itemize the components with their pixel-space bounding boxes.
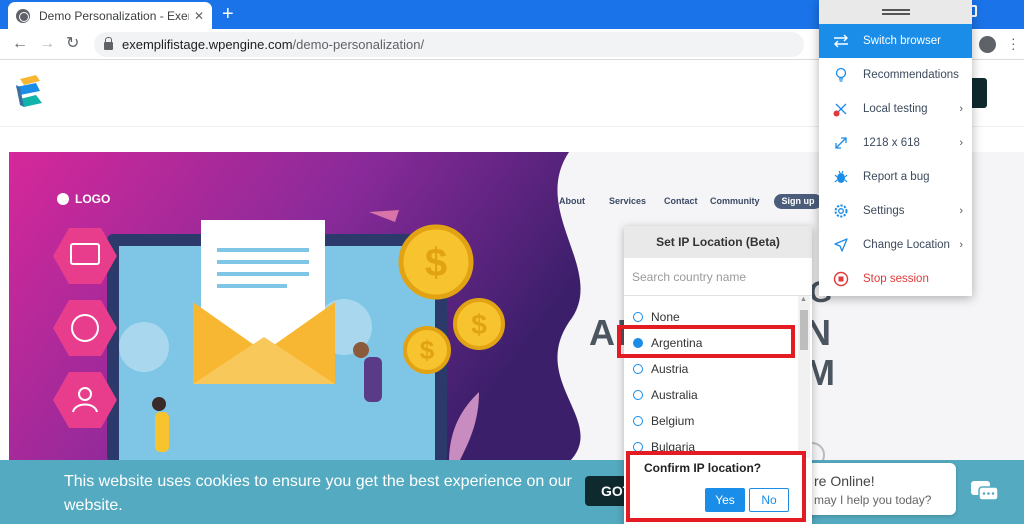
chat-subtitle: may I help you today?: [814, 493, 932, 507]
address-bar[interactable]: exemplifistage.wpengine.com/demo-persona…: [94, 32, 804, 57]
hero-logo: LOGO: [57, 192, 110, 206]
menu-item-switch-browser[interactable]: Switch browser: [819, 24, 972, 58]
drag-handle-icon[interactable]: [819, 0, 972, 24]
chat-icon: [971, 481, 999, 501]
country-search-input[interactable]: [624, 258, 812, 296]
menu-item-label: Switch browser: [863, 35, 941, 47]
url-text: exemplifistage.wpengine.com/demo-persona…: [122, 37, 424, 52]
scroll-up-arrow-icon[interactable]: ▲: [800, 296, 807, 303]
gear-icon: [833, 203, 849, 219]
country-option-belgium[interactable]: Belgium: [624, 408, 800, 434]
menu-item-label: 1218 x 618: [863, 137, 920, 149]
resize-icon: [833, 135, 849, 151]
menu-item-settings[interactable]: Settings ›: [819, 194, 972, 228]
menu-item-label: Local testing: [863, 103, 928, 115]
chat-title: re Online!: [814, 473, 875, 489]
chevron-right-icon: ›: [959, 205, 963, 217]
svg-text:$: $: [425, 241, 447, 285]
menu-item-label: Report a bug: [863, 171, 930, 183]
menu-item-resolution[interactable]: 1218 x 618 ›: [819, 126, 972, 160]
ip-panel-title: Set IP Location (Beta): [624, 226, 812, 258]
site-logo-icon[interactable]: [16, 75, 44, 111]
hero-nav-about[interactable]: About: [559, 196, 585, 206]
new-tab-button[interactable]: +: [222, 4, 234, 24]
menu-item-local-testing[interactable]: Local testing ›: [819, 92, 972, 126]
account-icon[interactable]: [979, 36, 996, 53]
country-option-austria[interactable]: Austria: [624, 356, 800, 382]
switch-icon: [833, 33, 849, 49]
kebab-menu-icon[interactable]: · · ·: [1011, 31, 1016, 55]
country-label: Belgium: [651, 414, 695, 428]
reload-icon[interactable]: ↻: [66, 34, 79, 54]
chat-greeting-bubble[interactable]: re Online! may I help you today?: [790, 463, 956, 515]
chevron-right-icon: ›: [959, 137, 963, 149]
menu-item-report-bug[interactable]: Report a bug: [819, 160, 972, 194]
chevron-right-icon: ›: [959, 103, 963, 115]
url-path: /demo-personalization/: [292, 37, 425, 52]
back-arrow-icon[interactable]: ←: [12, 34, 28, 54]
country-label: Austria: [651, 362, 689, 376]
radio-icon: [633, 364, 643, 374]
radio-icon: [633, 312, 643, 322]
radio-icon: [633, 390, 643, 400]
hero-nav-community[interactable]: Community: [710, 196, 760, 206]
globe-icon: [16, 8, 30, 23]
forward-arrow-icon[interactable]: →: [39, 34, 55, 54]
cookie-message: This website uses cookies to ensure you …: [64, 473, 572, 514]
country-label: Australia: [651, 388, 698, 402]
svg-text:$: $: [471, 309, 487, 340]
menu-item-label: Settings: [863, 205, 905, 217]
close-icon[interactable]: ✕: [194, 9, 204, 23]
hero-signup-button[interactable]: Sign up: [774, 194, 822, 209]
menu-item-label: Recommendations: [863, 69, 959, 81]
hero-nav-services[interactable]: Services: [609, 196, 646, 206]
hero-nav-contact[interactable]: Contact: [664, 196, 698, 206]
url-domain: exemplifistage.wpengine.com: [122, 37, 293, 52]
bulb-icon: [833, 67, 849, 83]
tab-title: Demo Personalization - Exemplifi: [39, 8, 189, 23]
bug-icon: [833, 169, 849, 185]
svg-text:$: $: [420, 335, 435, 365]
extension-menu: Switch browser Recommendations Local tes…: [819, 0, 972, 296]
chevron-right-icon: ›: [959, 239, 963, 251]
confirm-highlight-frame: [626, 451, 806, 522]
chat-launcher-button[interactable]: [958, 470, 1012, 514]
location-icon: [833, 237, 849, 253]
country-list-scrollbar[interactable]: ▲: [798, 296, 810, 458]
logo-dot-icon: [57, 193, 69, 205]
menu-item-stop-session[interactable]: Stop session: [819, 262, 972, 296]
lock-icon: [104, 37, 113, 50]
stop-icon: [833, 271, 849, 287]
country-option-australia[interactable]: Australia: [624, 382, 800, 408]
radio-icon: [633, 416, 643, 426]
menu-item-change-location[interactable]: Change Location ›: [819, 228, 972, 262]
menu-item-recommendations[interactable]: Recommendations: [819, 58, 972, 92]
menu-item-label: Stop session: [863, 273, 929, 285]
browser-tab[interactable]: Demo Personalization - Exemplifi ✕: [8, 2, 212, 29]
scrollbar-thumb[interactable]: [800, 310, 808, 350]
menu-item-label: Change Location: [863, 239, 950, 251]
local-testing-icon: [833, 101, 849, 117]
hero-logo-text: LOGO: [75, 192, 111, 206]
country-label: None: [651, 310, 680, 324]
argentina-highlight-frame: [617, 325, 795, 358]
